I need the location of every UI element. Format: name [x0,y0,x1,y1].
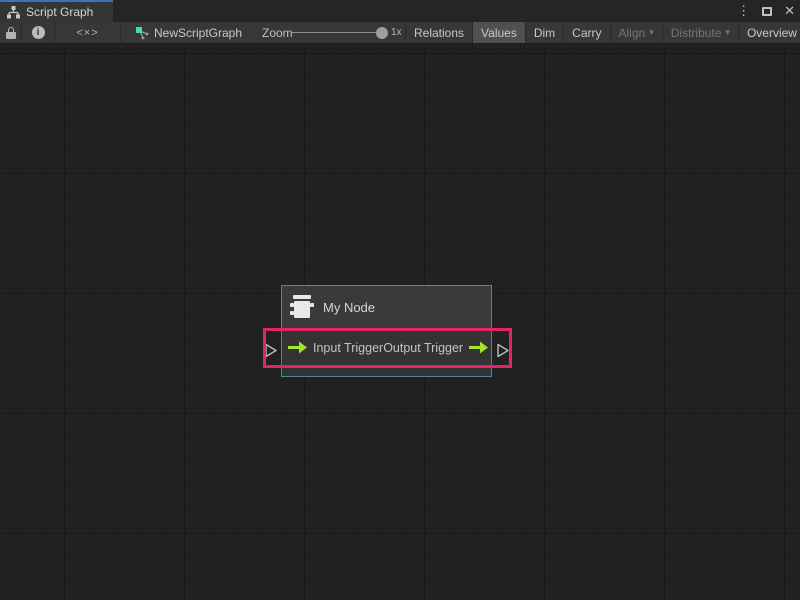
lock-icon [6,27,16,39]
unit-node[interactable]: My Node Input Trigger Output Trigger [281,285,492,377]
values-button[interactable]: Values [472,22,525,43]
input-connection-triangle[interactable] [264,343,278,358]
zoom-slider-track[interactable] [292,32,380,33]
align-dropdown[interactable]: Align ▾ [610,22,662,43]
node-footer [282,366,491,376]
trigger-arrow-icon [288,341,307,354]
output-trigger-port[interactable]: Output Trigger [383,341,488,355]
output-connection-triangle[interactable] [496,343,510,358]
graph-hierarchy-icon [7,6,20,19]
code-brackets-icon: <×> [76,27,98,39]
info-button[interactable]: i [22,22,55,43]
trigger-arrow-icon [469,341,488,354]
graph-toolbar: i <×> NewScriptGraph Zoom 1x Relations V… [0,22,800,44]
chevron-down-icon: ▾ [725,27,730,38]
zoom-label: Zoom [262,22,293,43]
toolbar-toggle-group: Relations Values Dim Carry Align ▾ Distr… [405,22,800,43]
lock-button[interactable] [0,22,22,43]
close-icon[interactable]: ✕ [784,0,795,22]
output-port-label: Output Trigger [383,341,463,355]
tab-title: Script Graph [26,5,93,19]
distribute-dropdown[interactable]: Distribute ▾ [662,22,738,43]
tab-script-graph[interactable]: Script Graph [0,0,113,22]
dim-button[interactable]: Dim [525,22,563,43]
overview-button[interactable]: Overview [738,22,800,43]
graph-asset-breadcrumb[interactable]: NewScriptGraph [135,22,242,43]
window-menu-icon[interactable]: ⋮ [737,0,750,22]
script-graph-asset-icon [135,26,149,40]
edit-graph-button[interactable]: <×> [55,22,121,43]
zoom-value: 1x [391,22,402,43]
graph-asset-name: NewScriptGraph [154,26,242,40]
info-icon: i [32,26,45,39]
input-trigger-port[interactable]: Input Trigger [288,341,383,355]
carry-button[interactable]: Carry [563,22,609,43]
unit-node-icon [290,294,314,321]
script-graph-window: Script Graph ⋮ ✕ i <×> NewScriptGraph [0,0,800,600]
zoom-slider-handle[interactable] [376,27,388,39]
node-ports-row: Input Trigger Output Trigger [282,330,491,366]
node-header[interactable]: My Node [282,286,491,330]
relations-button[interactable]: Relations [405,22,472,43]
maximize-icon[interactable] [762,7,772,16]
chevron-down-icon: ▾ [649,27,654,38]
window-controls: ⋮ ✕ [737,0,795,22]
title-bar: Script Graph ⋮ ✕ [0,0,800,22]
node-title: My Node [323,300,375,315]
input-port-label: Input Trigger [313,341,383,355]
